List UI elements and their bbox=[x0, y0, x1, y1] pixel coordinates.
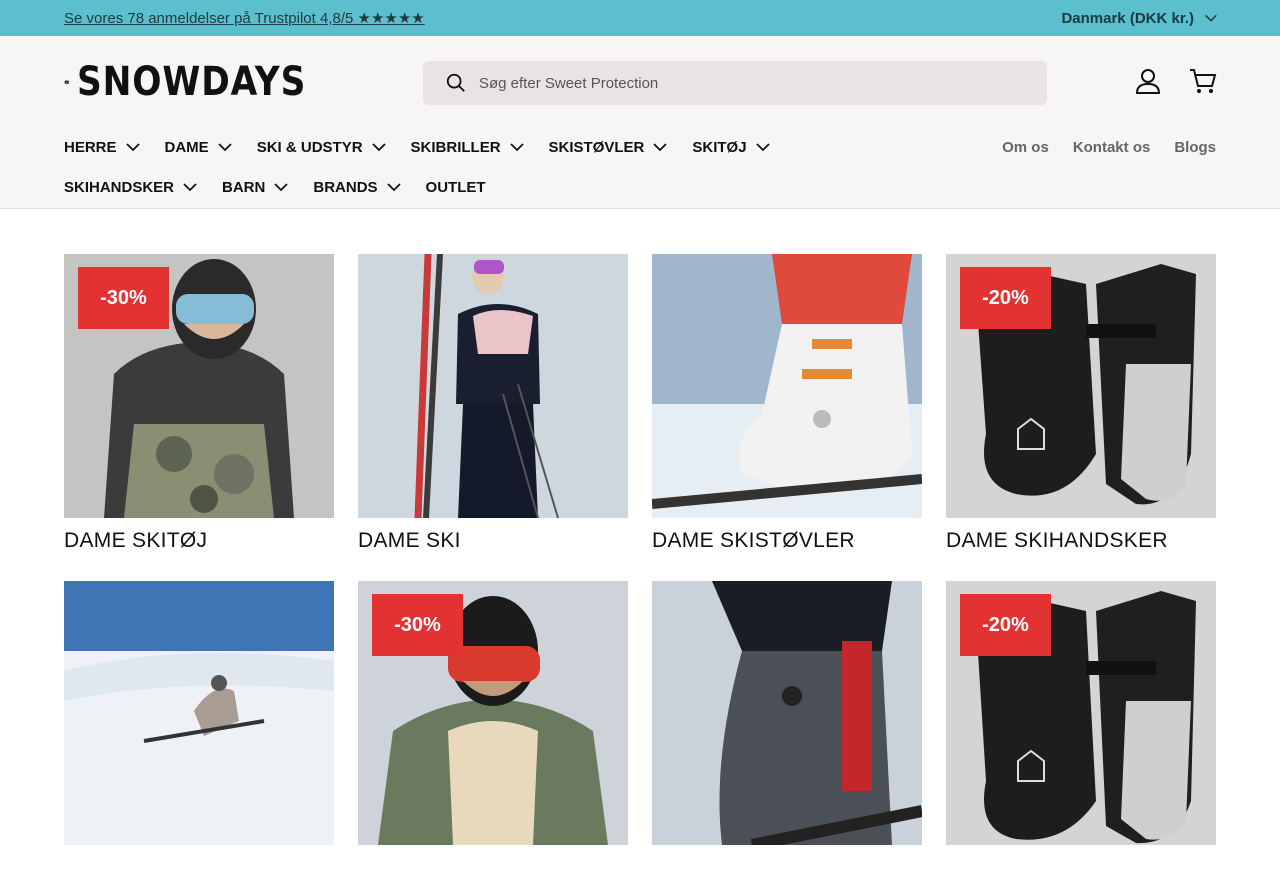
category-image[interactable] bbox=[652, 581, 922, 845]
discount-badge: -20% bbox=[960, 594, 1051, 656]
chevron-down-icon bbox=[274, 183, 288, 192]
category-title[interactable]: DAME SKISTØVLER bbox=[652, 529, 922, 559]
category-image[interactable] bbox=[652, 254, 922, 518]
category-image[interactable]: -30% bbox=[64, 254, 334, 518]
main-nav: HERRE DAME SKI & UDSTYR SKIBRILLER SKIST… bbox=[64, 136, 924, 198]
account-button[interactable] bbox=[1131, 64, 1165, 98]
site-header: SNOWDAYS HERRE DAME SKI & UDSTYR SKIBRIL… bbox=[0, 36, 1280, 209]
chevron-down-icon bbox=[386, 183, 401, 192]
chevron-down-icon bbox=[183, 183, 197, 192]
category-title[interactable]: DAME SKITØJ bbox=[64, 529, 334, 559]
search-icon bbox=[446, 73, 465, 92]
boot-closeup-photo bbox=[652, 581, 922, 845]
category-title[interactable] bbox=[652, 856, 922, 886]
category-card[interactable]: DAME SKISTØVLER bbox=[652, 254, 922, 559]
category-card[interactable]: -30% bbox=[358, 581, 628, 886]
nav-item-brands[interactable]: BRANDS bbox=[313, 176, 401, 198]
chevron-down-icon bbox=[371, 143, 386, 152]
country-label: Danmark (DKK kr.) bbox=[1061, 9, 1194, 27]
discount-badge: -20% bbox=[960, 267, 1051, 329]
discount-badge: -30% bbox=[372, 594, 463, 656]
category-title[interactable] bbox=[64, 856, 334, 886]
nav-item-herre[interactable]: HERRE bbox=[64, 136, 141, 158]
category-image[interactable]: -20% bbox=[946, 254, 1216, 518]
category-card[interactable]: -20% bbox=[946, 581, 1216, 886]
category-grid: -30% DAME SKITØJ DAME SKI DAME SKISTØVLE… bbox=[64, 254, 1216, 886]
nav-item-ski-udstyr[interactable]: SKI & UDSTYR bbox=[257, 136, 387, 158]
chevron-down-icon bbox=[125, 143, 140, 152]
category-title[interactable] bbox=[946, 856, 1216, 886]
user-icon bbox=[1135, 69, 1161, 94]
nav-link-om-os[interactable]: Om os bbox=[1002, 139, 1049, 156]
skier-slope-photo bbox=[64, 581, 334, 845]
country-selector[interactable]: Danmark (DKK kr.) bbox=[1061, 10, 1218, 27]
ski-boot-photo bbox=[652, 254, 922, 518]
announcement-bar: Se vores 78 anmeldelser på Trustpilot 4,… bbox=[0, 0, 1280, 36]
site-logo[interactable]: SNOWDAYS bbox=[64, 56, 344, 108]
category-card[interactable] bbox=[64, 581, 334, 886]
nav-item-dame[interactable]: DAME bbox=[165, 136, 233, 158]
category-image[interactable]: -20% bbox=[946, 581, 1216, 845]
category-card[interactable]: -30% DAME SKITØJ bbox=[64, 254, 334, 559]
chevron-down-icon bbox=[755, 143, 770, 152]
category-image[interactable] bbox=[358, 254, 628, 518]
logo-text: SNOWDAYS bbox=[77, 59, 307, 105]
trustpilot-link[interactable]: Se vores 78 anmeldelser på Trustpilot 4,… bbox=[64, 9, 425, 27]
category-card[interactable]: DAME SKI bbox=[358, 254, 628, 559]
discount-badge: -30% bbox=[78, 267, 169, 329]
search-bar[interactable] bbox=[423, 61, 1047, 105]
category-image[interactable]: -30% bbox=[358, 581, 628, 845]
chevron-down-icon bbox=[218, 143, 232, 152]
skier-logo-icon bbox=[64, 80, 70, 84]
nav-item-skistovler[interactable]: SKISTØVLER bbox=[549, 136, 669, 158]
secondary-nav: Om os Kontakt os Blogs bbox=[1002, 139, 1216, 156]
category-card[interactable]: -20% DAME SKIHANDSKER bbox=[946, 254, 1216, 559]
category-title[interactable]: DAME SKIHANDSKER bbox=[946, 529, 1216, 559]
chevron-down-icon bbox=[653, 143, 668, 152]
category-card[interactable] bbox=[652, 581, 922, 886]
category-title[interactable]: DAME SKI bbox=[358, 529, 628, 559]
category-title[interactable] bbox=[358, 856, 628, 886]
search-input[interactable] bbox=[479, 74, 999, 92]
cart-button[interactable] bbox=[1186, 64, 1220, 98]
nav-item-skibriller[interactable]: SKIBRILLER bbox=[411, 136, 525, 158]
skier-woman-photo bbox=[358, 254, 628, 518]
nav-item-skihandsker[interactable]: SKIHANDSKER bbox=[64, 176, 198, 198]
nav-item-outlet[interactable]: OUTLET bbox=[426, 176, 486, 198]
nav-link-blogs[interactable]: Blogs bbox=[1174, 139, 1216, 156]
nav-link-kontakt-os[interactable]: Kontakt os bbox=[1073, 139, 1151, 156]
category-image[interactable] bbox=[64, 581, 334, 845]
cart-icon bbox=[1190, 69, 1217, 93]
chevron-down-icon bbox=[1205, 14, 1217, 22]
chevron-down-icon bbox=[509, 143, 524, 152]
nav-item-barn[interactable]: BARN bbox=[222, 176, 289, 198]
nav-item-skitoj[interactable]: SKITØJ bbox=[692, 136, 770, 158]
